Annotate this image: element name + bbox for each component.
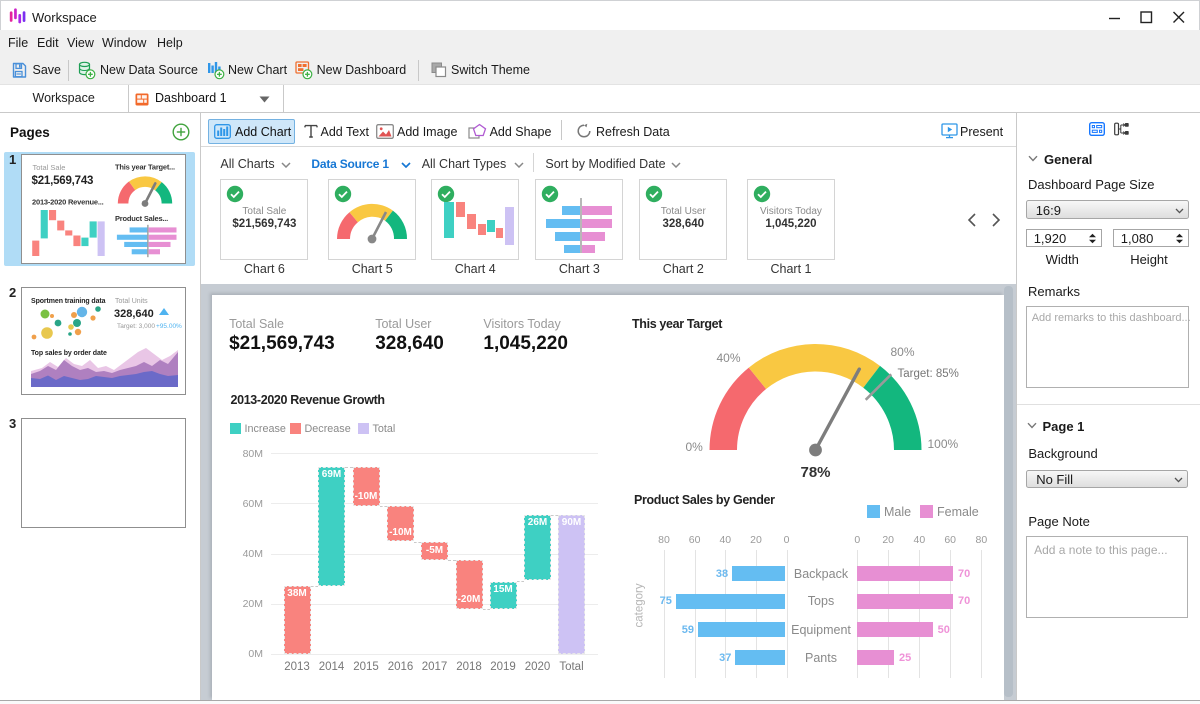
svg-text:Total Units: Total Units: [115, 298, 148, 305]
svg-text:Product Sales...: Product Sales...: [115, 214, 168, 223]
svg-text:2013-2020 Revenue...: 2013-2020 Revenue...: [32, 198, 104, 207]
svg-text:328,640: 328,640: [114, 308, 154, 320]
svg-text:$21,569,743: $21,569,743: [32, 175, 94, 187]
svg-text:This year Target...: This year Target...: [115, 163, 175, 172]
svg-text:Sportmen training data: Sportmen training data: [31, 298, 106, 305]
svg-text:+95.00%: +95.00%: [156, 323, 182, 330]
svg-text:Total Sale: Total Sale: [33, 163, 66, 172]
svg-text:Top sales by order date: Top sales by order date: [31, 350, 107, 357]
svg-text:Target: 3,000: Target: 3,000: [117, 323, 155, 330]
